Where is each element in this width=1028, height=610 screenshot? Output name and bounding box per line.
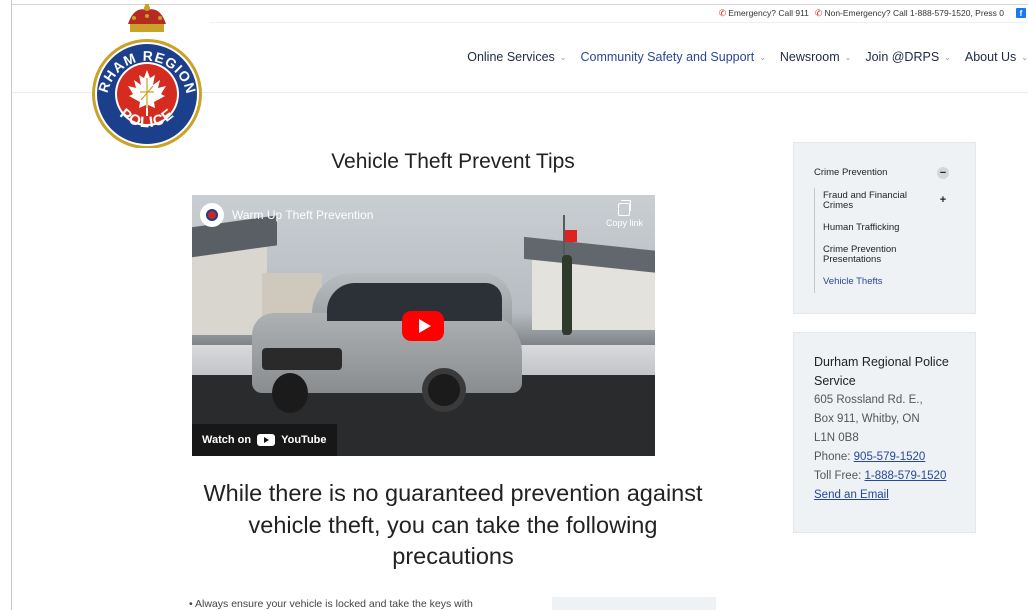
contact-tollfree-row: Toll Free: 1-888-579-1520 [814,467,975,486]
contact-address-line: 605 Rossland Rd. E., [814,394,923,406]
nav-label: About Us [964,50,1017,64]
contact-card: Durham Regional Police Service 605 Rossl… [793,332,976,533]
precautions-heading: While there is no guaranteed prevention … [203,480,703,570]
copy-icon [618,200,632,216]
sidebar-item-presentations[interactable]: Crime Prevention Presentations [823,244,918,266]
nav-about-us[interactable]: About Us ⌄ [965,50,1028,64]
chevron-down-icon: ⌄ [1021,52,1028,62]
sidebar-item-vehicle-thefts[interactable]: Vehicle Thefts [823,276,883,287]
nav-newsroom[interactable]: Newsroom ⌄ [780,50,851,64]
emergency-link[interactable]: ✆ Emergency? Call 911 [719,8,809,18]
utility-bar: ✆ Emergency? Call 911 ✆ Non-Emergency? C… [719,6,1028,20]
expand-icon[interactable]: + [937,194,949,206]
play-icon [418,319,431,333]
watch-on-label: Watch on [202,434,252,446]
contact-address-line: Box 911, Whitby, ON [814,413,920,425]
phone-icon: ✆ [814,7,823,18]
nav-label: Newsroom [779,50,840,64]
collapse-icon[interactable]: − [937,167,949,179]
sidebar-item-crime-prevention[interactable]: Crime Prevention [814,167,887,178]
thumbnail-tree [562,255,572,335]
non-emergency-text: Non-Emergency? Call 1-888-579-1520, Pres… [824,8,1004,18]
tollfree-link[interactable]: 1-888-579-1520 [865,470,947,482]
sidebar-item-fraud[interactable]: Fraud and Financial Crimes [823,190,918,212]
page-title: Vehicle Theft Prevent Tips [331,150,575,173]
nav-online-services[interactable]: Online Services ⌄ [467,50,566,64]
send-email-link[interactable]: Send an Email [814,486,975,505]
contact-phone-row: Phone: 905-579-1520 [814,448,975,467]
copy-link-button[interactable]: Copy link [605,200,643,228]
nav-community-safety[interactable]: Community Safety and Support ⌄ [580,50,765,64]
tree-line [814,188,815,293]
contact-postal-code: L1N 0B8 [814,432,859,444]
youtube-video-embed[interactable]: Warm Up Theft Prevention Copy link Watch… [192,195,655,456]
nav-label: Community Safety and Support [580,50,755,64]
utility-divider [210,22,1028,23]
nav-join-drps[interactable]: Join @DRPS ⌄ [865,50,951,64]
channel-avatar[interactable] [200,203,224,227]
youtube-logo-icon [257,434,276,446]
chevron-down-icon: ⌄ [944,52,951,62]
contact-org-name: Durham Regional Police Service [814,355,949,388]
phone-label: Phone: [814,451,851,463]
nav-label: Join @DRPS [865,50,940,64]
phone-link[interactable]: 905-579-1520 [854,451,926,463]
facebook-icon[interactable]: f [1016,8,1026,18]
copy-link-label: Copy link [605,218,643,228]
youtube-brand: YouTube [281,434,327,446]
sidebar-nav: Crime Prevention − Fraud and Financial C… [793,142,976,314]
browser-frame-left [0,0,12,610]
video-title-row[interactable]: Warm Up Theft Prevention [200,203,373,227]
chevron-down-icon: ⌄ [844,52,852,62]
video-title[interactable]: Warm Up Theft Prevention [232,208,373,222]
crown-icon [128,4,166,32]
callout-box [552,597,716,610]
thumbnail-van [252,273,527,413]
chevron-down-icon: ⌄ [559,52,567,62]
precaution-item: • Always ensure your vehicle is locked a… [189,598,473,610]
non-emergency-link[interactable]: ✆ Non-Emergency? Call 1-888-579-1520, Pr… [815,8,1004,18]
main-nav: Online Services ⌄ Community Safety and S… [453,50,1028,64]
thumbnail-flag [565,230,577,242]
play-button[interactable] [402,311,444,341]
thumbnail-house [532,260,655,330]
emergency-text: Emergency? Call 911 [728,8,809,18]
sidebar-item-human-trafficking[interactable]: Human Trafficking [823,222,899,233]
phone-icon: ✆ [718,7,727,18]
drps-logo[interactable]: DURHAM REGIONAL POLICE [88,4,206,148]
watch-on-youtube-button[interactable]: Watch on YouTube [192,424,337,456]
nav-label: Online Services [467,50,555,64]
chevron-down-icon: ⌄ [759,52,766,62]
tollfree-label: Toll Free: [814,470,862,482]
